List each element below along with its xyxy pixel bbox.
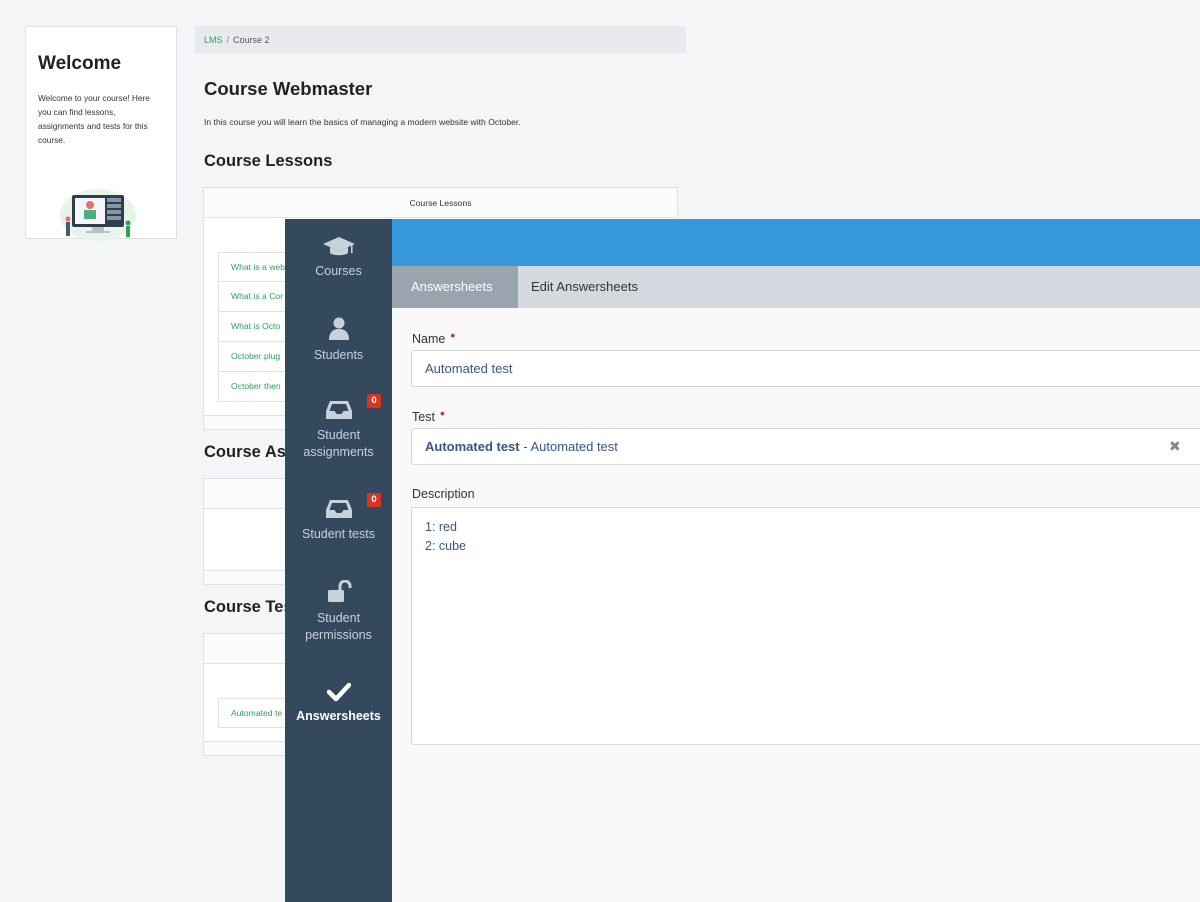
unlock-icon: [327, 580, 351, 602]
breadcrumb-separator: /: [226, 35, 230, 45]
nav-label: Answersheets: [296, 709, 381, 723]
test-select-value-primary: Automated test: [425, 439, 520, 454]
description-textarea[interactable]: 1: red 2: cube: [411, 507, 1200, 745]
nav-label: Student permissions: [305, 611, 372, 642]
name-label: Name •: [412, 327, 456, 346]
lessons-heading: Course Lessons: [204, 152, 333, 170]
test-label: Test •: [412, 405, 445, 424]
welcome-card: Welcome Welcome to your course! Here you…: [25, 26, 177, 241]
nav-item-answersheets[interactable]: Answersheets: [285, 682, 392, 725]
breadcrumb-arrow: [500, 266, 515, 308]
test-select-value-secondary: - Automated test: [519, 439, 618, 454]
classroom-illustration-icon: [60, 189, 136, 241]
assignments-heading: Course Ass: [204, 443, 296, 461]
name-input[interactable]: Automated test: [411, 350, 1200, 387]
description-label: Description: [412, 487, 475, 501]
breadcrumb-current-page: Edit Answersheets: [531, 279, 638, 294]
nav-item-courses[interactable]: Courses: [285, 235, 392, 280]
test-label-text: Test: [412, 410, 435, 424]
test-select[interactable]: Automated test - Automated test ✖: [411, 428, 1200, 465]
page-title: Course Webmaster: [204, 78, 373, 99]
required-marker: •: [450, 327, 456, 343]
nav-item-students[interactable]: Students: [285, 317, 392, 364]
course-intro: In this course you will learn the basics…: [204, 117, 521, 127]
nav-label: Student tests: [302, 527, 375, 541]
welcome-text: Welcome to your course! Here you can fin…: [38, 93, 150, 145]
tests-count-badge: 0: [367, 493, 381, 507]
user-icon: [328, 317, 349, 340]
nav-label: Student assignments: [303, 428, 374, 459]
lessons-table-header: Course Lessons: [204, 188, 677, 218]
name-label-text: Name: [412, 332, 446, 346]
check-icon: [326, 682, 351, 702]
assignments-count-badge: 0: [367, 394, 381, 408]
edit-form: Name • Automated test Test • Automated tes…: [392, 308, 1200, 902]
breadcrumb-root-link[interactable]: LMS: [204, 35, 223, 45]
top-bar: [392, 219, 1200, 266]
tests-heading: Course Tes: [204, 598, 293, 616]
clear-selection-icon[interactable]: ✖: [1169, 429, 1181, 464]
breadcrumb-current: Course 2: [233, 35, 270, 45]
breadcrumb: LMS / Course 2: [195, 26, 686, 53]
nav-label: Students: [313, 348, 364, 362]
inbox-icon: [325, 401, 352, 419]
nav-item-student-assignments[interactable]: Student assignments: [285, 399, 392, 461]
required-marker: •: [439, 405, 445, 421]
graduation-cap-icon: [322, 237, 355, 256]
nav-item-student-permissions[interactable]: Student permissions: [285, 580, 392, 644]
backend-breadcrumb: Answersheets Edit Answersheets: [392, 266, 1200, 308]
nav-label: Courses: [315, 264, 362, 278]
welcome-title: Welcome: [38, 53, 122, 74]
backend-sidenav: Courses Students Student assignments 0 S…: [285, 219, 392, 902]
inbox-icon: [325, 500, 352, 518]
